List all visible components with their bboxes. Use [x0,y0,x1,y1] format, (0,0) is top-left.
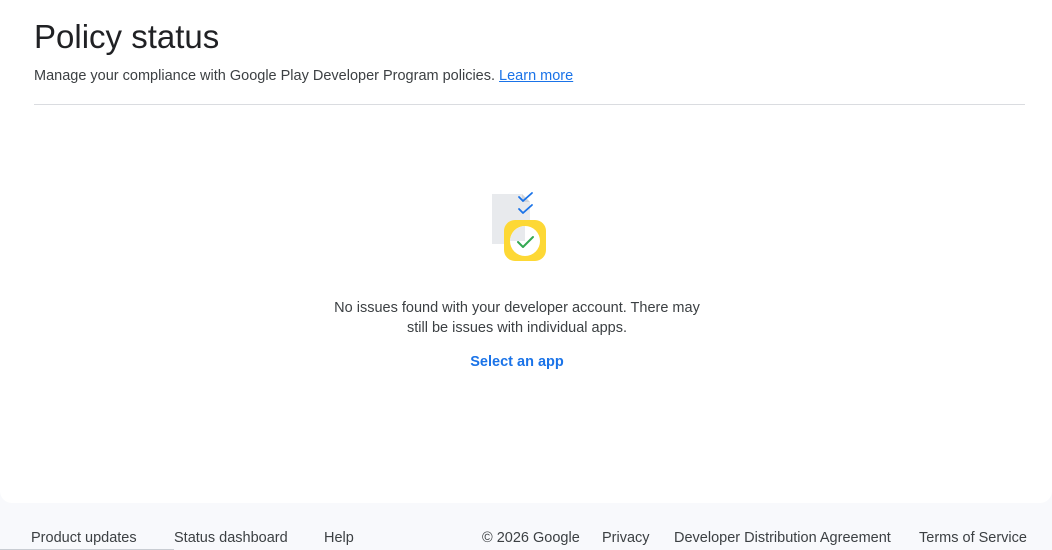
header-divider [34,104,1025,105]
empty-state-message: No issues found with your developer acco… [334,300,700,336]
footer-link-product-updates[interactable]: Product updates [31,530,137,546]
page-title: Policy status [34,18,220,55]
learn-more-link[interactable]: Learn more [499,68,573,84]
footer-copyright: © 2026 Google [482,530,580,546]
footer-link-developer-distribution-agreement[interactable]: Developer Distribution Agreement [674,530,891,546]
footer-link-help[interactable]: Help [324,530,354,546]
footer: Product updates Status dashboard Help © … [0,522,1052,550]
footer-link-status-dashboard[interactable]: Status dashboard [174,530,288,546]
footer-link-privacy[interactable]: Privacy [602,530,650,546]
page-subtitle: Manage your compliance with Google Play … [34,68,573,84]
main-card: Policy status Manage your compliance wit… [0,0,1052,503]
select-app-button[interactable]: Select an app [426,354,608,370]
footer-link-terms-of-service[interactable]: Terms of Service [919,530,1027,546]
subtitle-text: Manage your compliance with Google Play … [34,68,496,84]
document-checklist-icon [486,188,550,264]
